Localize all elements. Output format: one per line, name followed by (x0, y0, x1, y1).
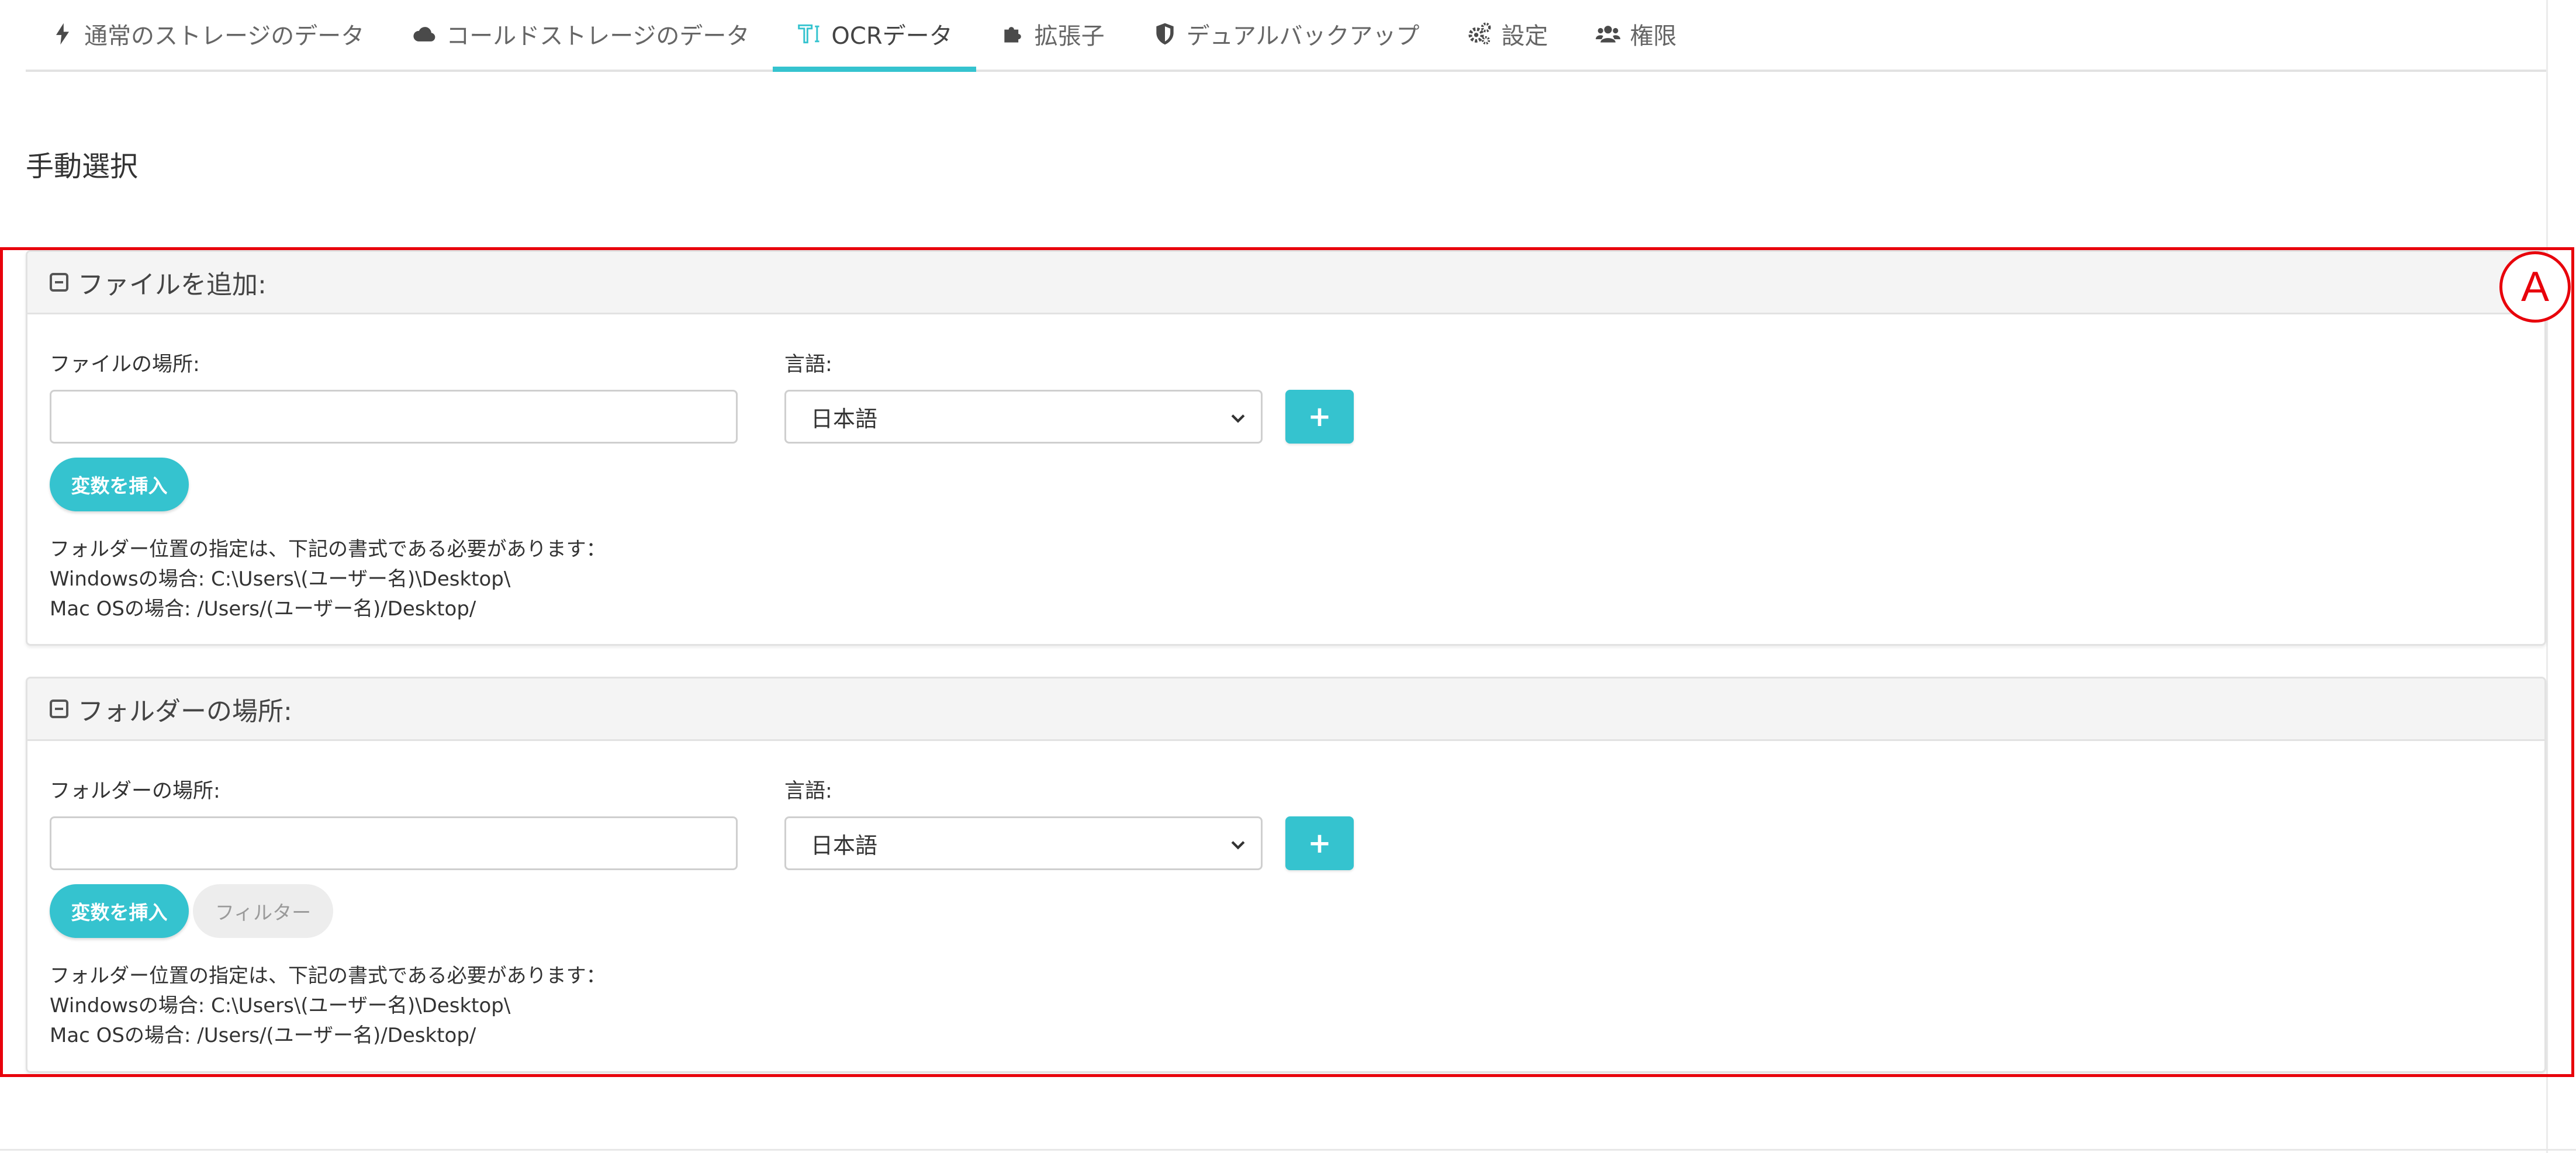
annotation-marker: A (2499, 251, 2571, 323)
filter-button[interactable]: フィルター (193, 884, 333, 938)
file-location-label: ファイルの場所: (50, 353, 200, 376)
panel-title: ファイルを追加: (78, 270, 267, 300)
chevron-down-icon (1231, 841, 1245, 850)
shield-icon (1152, 20, 1178, 47)
tab-label: 通常のストレージのデータ (84, 22, 365, 50)
add-folder-button[interactable]: + (1285, 816, 1354, 870)
note-line: Mac OSの場合: /Users/(ユーザー名)/Desktop/ (50, 1024, 476, 1047)
folder-location-panel-body: フォルダーの場所: 言語: 日本語 + 変数を挿入 フィルター フォルダー位置の… (27, 741, 2544, 1071)
language-select-value: 日本語 (811, 406, 878, 432)
note-line: フォルダー位置の指定は、下記の書式である必要があります： (50, 964, 606, 988)
tab-extensions[interactable]: 拡張子 (976, 0, 1128, 70)
tab-label: コールドストレージのデータ (446, 22, 750, 50)
add-file-panel-body: ファイルの場所: 言語: 日本語 + 変数を挿入 フォルダー位置の指定は、下記の… (27, 314, 2544, 644)
folder-location-input[interactable] (50, 816, 738, 870)
language-select-value: 日本語 (811, 832, 878, 858)
insert-variable-button[interactable]: 変数を挿入 (50, 458, 189, 511)
language-select[interactable]: 日本語 (784, 390, 1263, 444)
tab-settings[interactable]: 設定 (1443, 0, 1571, 70)
text-cursor-icon (796, 20, 823, 47)
tab-label: OCRデータ (831, 22, 953, 50)
note-line: フォルダー位置の指定は、下記の書式である必要があります： (50, 538, 606, 561)
cloud-icon (411, 20, 438, 47)
tab-label: 設定 (1501, 22, 1548, 50)
add-file-button[interactable]: + (1285, 390, 1354, 444)
folder-location-label: フォルダーの場所: (50, 780, 220, 803)
folder-location-panel-header[interactable]: フォルダーの場所: (27, 678, 2544, 741)
panel-title: フォルダーの場所: (78, 697, 292, 726)
page-title: 手動選択 (26, 150, 139, 183)
users-icon (1595, 20, 1621, 47)
tab-cold-storage[interactable]: コールドストレージのデータ (388, 0, 773, 70)
bottom-divider (0, 1149, 2576, 1151)
puzzle-icon (1000, 20, 1026, 47)
note-line: Mac OSの場合: /Users/(ユーザー名)/Desktop/ (50, 597, 476, 621)
gears-icon (1466, 20, 1493, 47)
tab-bar: 通常のストレージのデータ コールドストレージのデータ OCRデータ 拡張子 デュ… (26, 0, 2546, 72)
tab-ocr-data[interactable]: OCRデータ (773, 0, 976, 72)
tab-normal-storage[interactable]: 通常のストレージのデータ (26, 0, 388, 70)
file-location-input[interactable] (50, 390, 738, 444)
collapse-icon[interactable] (50, 700, 68, 718)
path-format-note: フォルダー位置の指定は、下記の書式である必要があります： Windowsの場合:… (50, 535, 606, 624)
folder-location-panel: フォルダーの場所: フォルダーの場所: 言語: 日本語 + 変数を挿入 フィルタ… (26, 677, 2546, 1073)
tab-permissions[interactable]: 権限 (1571, 0, 1700, 70)
language-select[interactable]: 日本語 (784, 816, 1263, 870)
tab-label: 権限 (1630, 22, 1677, 50)
language-label: 言語: (784, 780, 832, 803)
chevron-down-icon (1231, 414, 1245, 423)
collapse-icon[interactable] (50, 273, 68, 292)
add-file-panel: ファイルを追加: ファイルの場所: 言語: 日本語 + 変数を挿入 フォルダー位… (26, 250, 2546, 646)
note-line: Windowsの場合: C:\Users\(ユーザー名)\Desktop\ (50, 567, 511, 591)
insert-variable-button[interactable]: 変数を挿入 (50, 884, 189, 938)
page: 通常のストレージのデータ コールドストレージのデータ OCRデータ 拡張子 デュ… (0, 0, 2576, 1153)
tab-label: デュアルバックアップ (1186, 22, 1420, 50)
language-label: 言語: (784, 353, 832, 376)
add-file-panel-header[interactable]: ファイルを追加: (27, 252, 2544, 314)
bolt-icon (49, 20, 76, 47)
tab-dual-backup[interactable]: デュアルバックアップ (1128, 0, 1443, 70)
right-divider (2546, 0, 2548, 1153)
tab-label: 拡張子 (1034, 22, 1105, 50)
note-line: Windowsの場合: C:\Users\(ユーザー名)\Desktop\ (50, 994, 511, 1017)
path-format-note: フォルダー位置の指定は、下記の書式である必要があります： Windowsの場合:… (50, 961, 606, 1051)
